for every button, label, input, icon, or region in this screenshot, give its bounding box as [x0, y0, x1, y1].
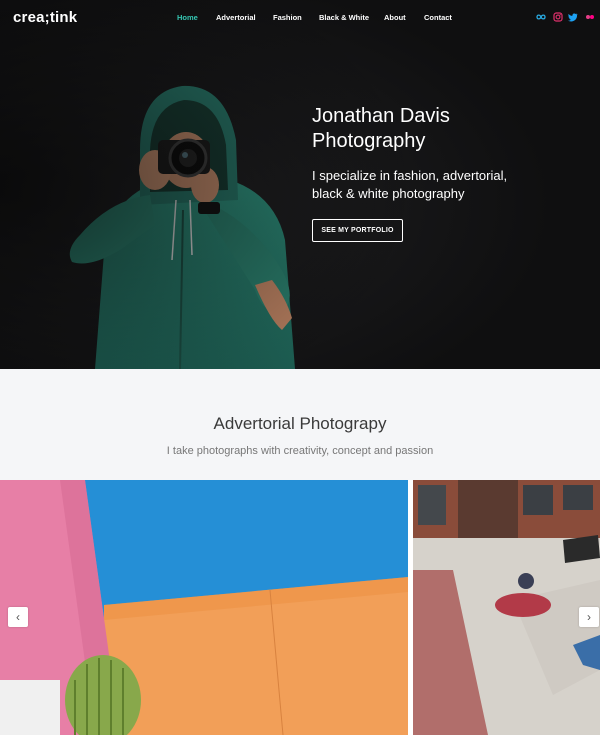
photo-gallery-carousel: ‹ ›: [0, 480, 600, 735]
instagram-icon[interactable]: [553, 12, 563, 22]
nav-black-white[interactable]: Black & White: [319, 13, 369, 22]
nav-contact[interactable]: Contact: [424, 13, 452, 22]
top-navigation: crea;tink Home Advertorial Fashion Black…: [0, 0, 600, 36]
nav-home[interactable]: Home: [177, 13, 198, 22]
brand-logo[interactable]: crea;tink: [13, 9, 77, 26]
hero-title-line1: Jonathan Davis: [312, 105, 450, 127]
flickr-dots-icon[interactable]: [585, 12, 595, 22]
chevron-left-icon: ‹: [16, 610, 20, 624]
hero-title: Jonathan Davis Photography: [312, 104, 582, 154]
advertorial-intro-section: Advertorial Photograpy I take photograph…: [0, 369, 600, 480]
section-title: Advertorial Photograpy: [213, 414, 387, 433]
gallery-next-button[interactable]: ›: [579, 607, 599, 627]
twitter-icon[interactable]: [568, 12, 578, 22]
see-portfolio-button[interactable]: SEE MY PORTFOLIO: [312, 219, 403, 242]
section-subtitle: I take photographs with creativity, conc…: [166, 445, 434, 457]
nav-fashion[interactable]: Fashion: [273, 13, 302, 22]
gallery-slide-architecture[interactable]: [0, 480, 408, 735]
hero-text-block: Jonathan Davis Photography I specialize …: [312, 104, 582, 203]
gallery-slide-street[interactable]: [413, 480, 600, 735]
flickr-infinity-icon[interactable]: [536, 12, 546, 22]
gallery-prev-button[interactable]: ‹: [8, 607, 28, 627]
nav-about[interactable]: About: [384, 13, 406, 22]
chevron-right-icon: ›: [587, 610, 591, 624]
nav-advertorial[interactable]: Advertorial: [216, 13, 256, 22]
hero-subtitle: I specialize in fashion, advertorial, bl…: [312, 168, 508, 201]
hero-title-line2: Photography: [312, 130, 426, 152]
hero-section: crea;tink Home Advertorial Fashion Black…: [0, 0, 600, 369]
